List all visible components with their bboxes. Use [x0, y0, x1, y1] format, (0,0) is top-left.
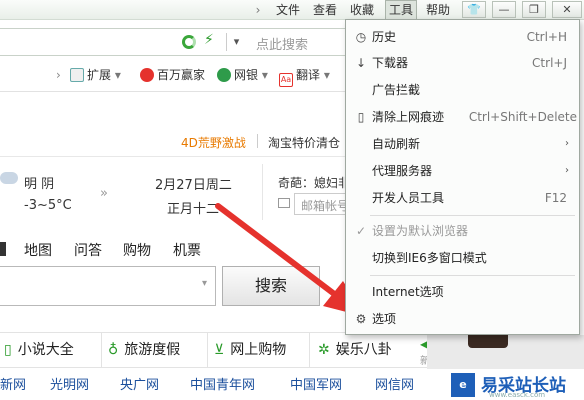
menu-item-devtools[interactable]: 开发人员工具 F12 [346, 185, 579, 211]
menu-item-internet-options[interactable]: Internet选项 [346, 279, 579, 305]
gear-icon: ⚙ [355, 312, 367, 326]
tools-menu: ◷ 历史 Ctrl+H ↓ 下载器 Ctrl+J 广告拦截 ▯ 清除上网痕迹 C… [345, 19, 580, 335]
menu-item-label: Internet选项 [372, 285, 444, 299]
menu-item-clear-history[interactable]: ▯ 清除上网痕迹 Ctrl+Shift+Delete [346, 104, 579, 130]
menu-item-ie6-mode[interactable]: 切换到IE6多窗口模式 [346, 245, 579, 271]
menu-item-shortcut: Ctrl+Shift+Delete [468, 110, 577, 124]
check-icon: ✓ [355, 224, 367, 238]
menu-item-history[interactable]: ◷ 历史 Ctrl+H [346, 24, 579, 50]
menu-item-label: 设置为默认浏览器 [372, 224, 469, 238]
menu-item-set-default[interactable]: ✓ 设置为默认浏览器 [346, 218, 579, 244]
menu-separator [370, 215, 575, 216]
menu-item-label: 切换到IE6多窗口模式 [372, 251, 487, 265]
menu-item-adblock[interactable]: 广告拦截 [346, 77, 579, 103]
menu-item-label: 清除上网痕迹 [372, 110, 445, 124]
watermark-url: www.easck.com [489, 391, 546, 399]
menu-item-label: 历史 [372, 30, 397, 44]
watermark: e 易采站长站 www.easck.com [427, 369, 584, 400]
menu-item-label: 开发人员工具 [372, 191, 445, 205]
menu-item-proxy[interactable]: 代理服务器 › [346, 158, 579, 184]
menu-item-label: 自动刷新 [372, 137, 421, 151]
menu-separator [370, 275, 575, 276]
menu-item-label: 代理服务器 [372, 164, 433, 178]
history-icon: ◷ [355, 30, 367, 44]
menu-item-downloader[interactable]: ↓ 下载器 Ctrl+J [346, 50, 579, 76]
logo-icon: e [451, 373, 475, 397]
menu-item-auto-refresh[interactable]: 自动刷新 › [346, 131, 579, 157]
clear-icon: ▯ [357, 110, 365, 124]
menu-item-shortcut: Ctrl+J [532, 56, 567, 70]
download-icon: ↓ [355, 56, 367, 70]
submenu-arrow-icon: › [565, 138, 569, 149]
menu-item-shortcut: Ctrl+H [526, 30, 567, 44]
menu-item-label: 广告拦截 [372, 83, 421, 97]
menu-item-label: 选项 [372, 312, 397, 326]
browser-window: › 文件 查看 收藏 工具 帮助 👕 — ❐ ✕ ⚡ ▾ 点此搜索 › 扩展 ▾… [0, 0, 584, 400]
arrow-shaft [215, 203, 336, 296]
menu-item-options[interactable]: ⚙ 选项 [346, 306, 579, 332]
submenu-arrow-icon: › [565, 165, 569, 176]
menu-item-shortcut: F12 [544, 191, 567, 205]
menu-item-label: 下载器 [372, 56, 409, 70]
